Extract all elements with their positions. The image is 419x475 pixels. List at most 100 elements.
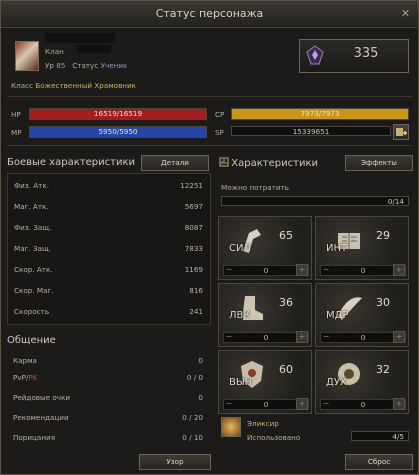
stat-tile-dex: ЛВК 36−0 + bbox=[218, 283, 312, 347]
combat-stat-value: 5697 bbox=[184, 202, 203, 211]
stat-value: 29 bbox=[376, 229, 390, 242]
character-name-redacted bbox=[45, 33, 115, 43]
title-bar[interactable]: Статус персонажа ✕ bbox=[1, 1, 418, 28]
censures-value: 0 / 10 bbox=[182, 433, 203, 442]
character-status-window: Статус персонажа ✕ Клан Ур 85 Статус Уче… bbox=[0, 0, 419, 475]
spend-field: 0/14 bbox=[221, 196, 409, 206]
combat-stats-panel: Физ. Атк. 12251 Маг. Атк. 5697 Физ. Защ. 8087… bbox=[7, 173, 211, 325]
level-value: 85 bbox=[56, 61, 66, 70]
stat-value: 32 bbox=[376, 363, 390, 376]
stat-name: МДР bbox=[326, 310, 349, 321]
raid-row: Рейдовые очки 0 bbox=[13, 390, 203, 406]
pvp-value: 0 / 0 bbox=[186, 373, 203, 382]
social-title: Общение bbox=[7, 335, 56, 346]
spend-label: Можно потратить bbox=[221, 183, 289, 192]
combat-stat-label: Физ. Защ. bbox=[14, 223, 52, 232]
class-value: Божественный Храмовник bbox=[35, 81, 137, 90]
karma-label: Карма bbox=[13, 356, 37, 365]
combat-stat-value: 816 bbox=[189, 286, 203, 295]
combat-stat-row: Физ. Атк. 12251 bbox=[14, 178, 203, 194]
class-avatar bbox=[15, 41, 39, 71]
clan-label: Клан bbox=[45, 47, 64, 56]
combat-stat-label: Физ. Атк. bbox=[14, 181, 49, 190]
stat-tile-str: СИЛ 65−0 + bbox=[218, 216, 312, 280]
censures-label: Порицания bbox=[13, 433, 56, 442]
pattern-button[interactable]: Узор bbox=[139, 454, 211, 470]
stat-name: ВЫН bbox=[229, 377, 253, 388]
combat-stat-value: 1169 bbox=[184, 265, 203, 274]
stat-name: ИНТ bbox=[326, 243, 348, 254]
sp-field: 15339651 bbox=[231, 126, 391, 136]
stat-increase-button[interactable]: + bbox=[296, 331, 308, 343]
combat-stat-row: Скор. Атк. 1169 bbox=[14, 262, 203, 278]
stats-icon bbox=[219, 157, 229, 167]
stat-increase-button[interactable]: + bbox=[393, 264, 405, 276]
hp-bar-text: 16519/16519 bbox=[93, 109, 143, 118]
raid-value: 0 bbox=[198, 393, 203, 402]
rank-emblem-icon bbox=[306, 45, 324, 65]
elixir-used-field: 4/5 bbox=[351, 431, 409, 441]
combat-stat-row: Скорость 241 bbox=[14, 304, 203, 320]
stat-tile-men: ДУХ 32−0 + bbox=[315, 350, 409, 414]
stat-value: 30 bbox=[376, 296, 390, 309]
recommendations-label: Рекомендации bbox=[13, 413, 69, 422]
stat-name: СИЛ bbox=[229, 243, 251, 254]
sp-value: 15339651 bbox=[292, 127, 330, 136]
divider bbox=[7, 96, 412, 97]
censures-row: Порицания 0 / 10 bbox=[13, 430, 203, 446]
mp-label: MP bbox=[11, 128, 22, 137]
stat-increase-button[interactable]: + bbox=[393, 398, 405, 410]
elixir-label: Эликсир bbox=[247, 419, 279, 428]
mp-bar-text: 5950/5950 bbox=[98, 127, 138, 136]
class-row: Класс Божественный Храмовник bbox=[11, 81, 136, 90]
score-value: 335 bbox=[353, 46, 379, 61]
elixir-icon bbox=[221, 417, 241, 437]
sp-add-button[interactable] bbox=[393, 124, 409, 140]
effects-button[interactable]: Эффекты bbox=[345, 155, 413, 171]
stat-increase-button[interactable]: + bbox=[296, 398, 308, 410]
pk-label: PK bbox=[28, 373, 38, 382]
combat-stat-value: 7833 bbox=[184, 244, 203, 253]
class-label: Класс bbox=[11, 81, 34, 90]
recommendations-row: Рекомендации 0 / 20 bbox=[13, 410, 203, 426]
status-value: Ученик bbox=[100, 61, 128, 70]
stat-increase-button[interactable]: + bbox=[393, 331, 405, 343]
stat-increase-button[interactable]: + bbox=[296, 264, 308, 276]
book-plus-icon bbox=[396, 128, 407, 136]
divider bbox=[7, 145, 412, 146]
combat-stat-row: Физ. Защ. 8087 bbox=[14, 220, 203, 236]
combat-stat-value: 8087 bbox=[184, 223, 203, 232]
combat-stat-row: Скор. Маг. 816 bbox=[14, 283, 203, 299]
status-label: Статус bbox=[72, 61, 99, 70]
window-title: Статус персонажа bbox=[155, 7, 264, 20]
details-button[interactable]: Детали bbox=[141, 155, 209, 171]
pvp-row: PvP/PK 0 / 0 bbox=[13, 370, 203, 386]
reset-button[interactable]: Сброс bbox=[345, 454, 413, 470]
combat-stat-label: Скорость bbox=[14, 307, 50, 316]
hp-bar: 16519/16519 bbox=[29, 108, 207, 120]
hp-label: HP bbox=[11, 110, 21, 119]
stats-title: Характеристики bbox=[231, 158, 318, 169]
combat-stat-value: 241 bbox=[189, 307, 203, 316]
stat-value: 65 bbox=[279, 229, 293, 242]
combat-stat-label: Скор. Атк. bbox=[14, 265, 53, 274]
combat-stat-value: 12251 bbox=[180, 181, 203, 190]
cp-label: CP bbox=[215, 110, 225, 119]
stat-name: ДУХ bbox=[326, 377, 347, 388]
elixir-used-value: 4/5 bbox=[392, 432, 404, 441]
combat-stat-row: Маг. Защ. 7833 bbox=[14, 241, 203, 257]
stat-name: ЛВК bbox=[229, 310, 251, 321]
raid-label: Рейдовые очки bbox=[13, 393, 71, 402]
combat-stat-row: Маг. Атк. 5697 bbox=[14, 199, 203, 215]
stat-value: 60 bbox=[279, 363, 293, 376]
cp-bar-text: 7973/7973 bbox=[300, 109, 340, 118]
mp-bar: 5950/5950 bbox=[29, 126, 207, 138]
karma-row: Карма 0 bbox=[13, 353, 203, 369]
spend-value: 0/14 bbox=[387, 197, 404, 206]
cp-bar: 7973/7973 bbox=[231, 108, 409, 120]
stat-value: 36 bbox=[279, 296, 293, 309]
stat-tile-con: ВЫН 60−0 + bbox=[218, 350, 312, 414]
stat-tile-int: ИНТ 29−0 + bbox=[315, 216, 409, 280]
close-icon[interactable]: ✕ bbox=[399, 7, 412, 20]
stats-title-row: Характеристики bbox=[219, 157, 318, 169]
